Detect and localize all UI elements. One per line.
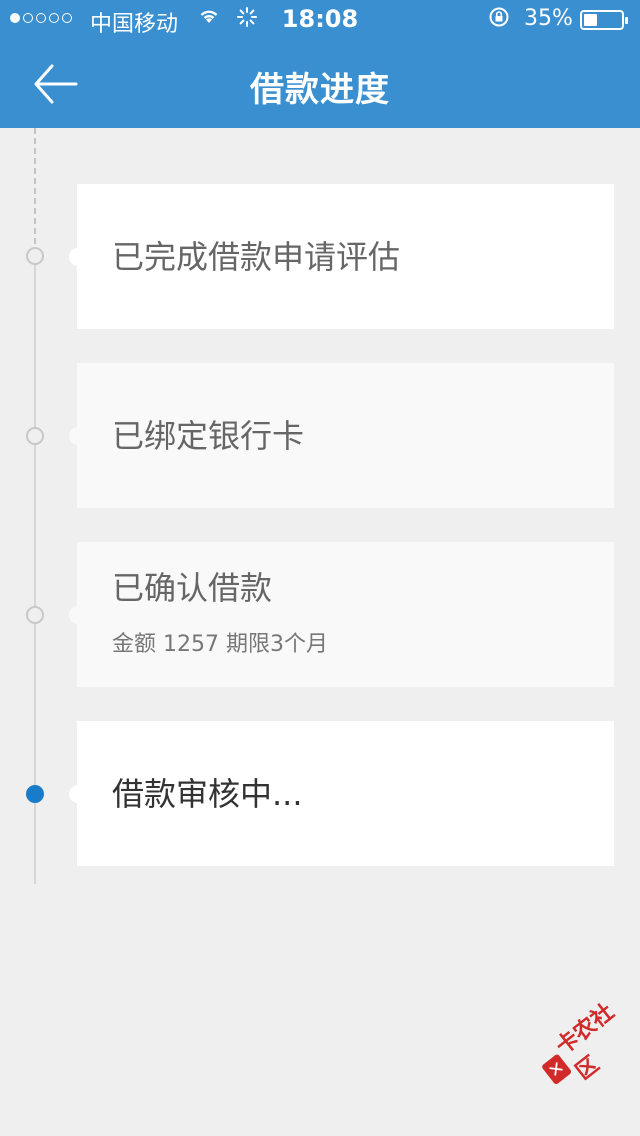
step-label: 借款审核中... xyxy=(112,774,303,813)
battery-percent: 35% xyxy=(524,6,573,31)
step-card-evaluation[interactable]: 已完成借款申请评估 xyxy=(69,184,614,329)
step-card-loan-confirmed[interactable]: 已确认借款 金额 1257 期限3个月 xyxy=(69,542,614,687)
step-label: 已完成借款申请评估 xyxy=(112,237,401,276)
battery-icon xyxy=(580,10,628,30)
step-detail: 金额 1257 期限3个月 xyxy=(112,632,328,657)
navigation-bar: 借款进度 xyxy=(0,40,640,128)
watermark-logo: ✕ 卡农社区 xyxy=(536,998,639,1091)
timeline-connector-dashed xyxy=(34,128,36,244)
page-title: 借款进度 xyxy=(250,70,390,110)
timeline-node-current xyxy=(26,785,44,803)
step-label: 已绑定银行卡 xyxy=(112,416,305,455)
step-card-bank-card[interactable]: 已绑定银行卡 xyxy=(69,363,614,508)
step-label: 已确认借款 xyxy=(112,569,273,607)
timeline-node-step-1 xyxy=(26,247,44,265)
status-bar: 中国移动 18:08 35% xyxy=(0,0,640,40)
timeline-node-step-3 xyxy=(26,606,44,624)
timeline-node-step-2 xyxy=(26,427,44,445)
step-card-under-review[interactable]: 借款审核中... xyxy=(69,721,614,866)
rotation-lock-icon xyxy=(488,6,510,33)
